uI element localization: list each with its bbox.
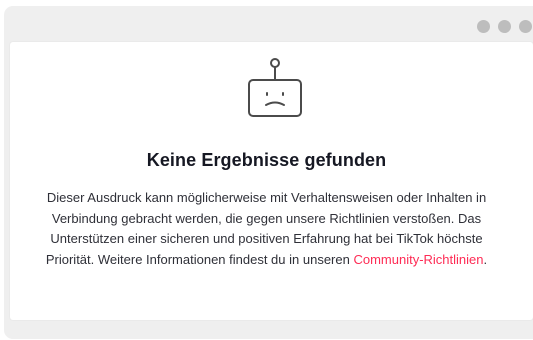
window-control-dot[interactable] [519, 20, 532, 33]
empty-state-message: Dieser Ausdruck kann möglicherweise mit … [28, 188, 505, 270]
sad-robot-icon [248, 58, 302, 117]
window-control-dot[interactable] [498, 20, 511, 33]
window-control-dot[interactable] [477, 20, 490, 33]
empty-state-title: Keine Ergebnisse gefunden [146, 150, 387, 170]
community-guidelines-link[interactable]: Community-Richtlinien [353, 252, 483, 267]
message-punctuation: . [483, 251, 488, 267]
window-controls [477, 20, 532, 33]
